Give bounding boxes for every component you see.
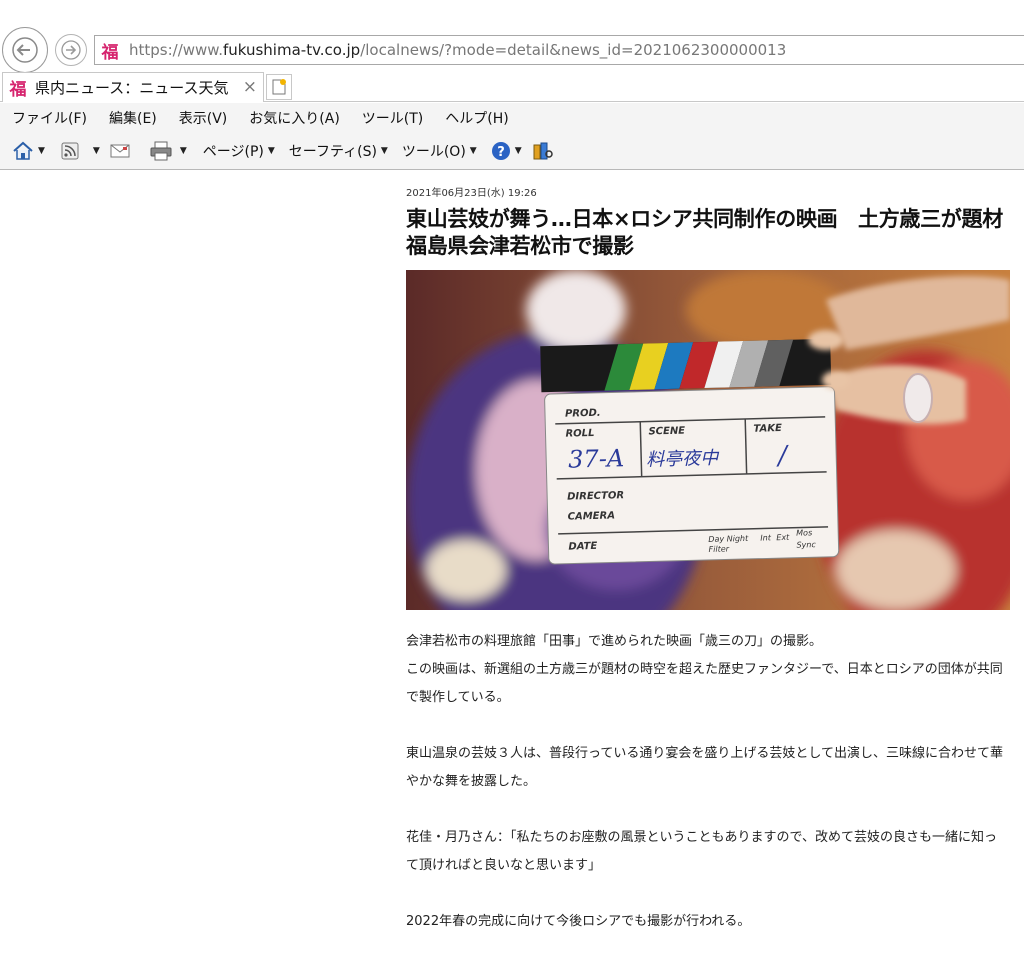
help-button[interactable]: ? ▼	[491, 141, 522, 161]
board-director-label: DIRECTOR	[567, 490, 624, 502]
research-icon	[533, 142, 553, 160]
rss-icon	[61, 142, 79, 160]
article-paragraph: 会津若松市の料理旅館「田事」で進められた映画「歳三の刀」の撮影。	[406, 634, 823, 649]
printer-icon	[150, 141, 172, 161]
tools-menu-label: ツール(O)	[401, 144, 466, 160]
board-scene-label: SCENE	[648, 426, 685, 438]
board-mos-label: Mos	[796, 528, 812, 537]
board-prod-label: PROD.	[565, 408, 601, 420]
url-text[interactable]: https://www.fukushima-tv.co.jp/localnews…	[129, 41, 786, 59]
tab-title: 県内ニュース：ニュース天気｜...	[35, 79, 235, 97]
board-camera-label: CAMERA	[568, 510, 616, 522]
board-roll-label: ROLL	[565, 428, 594, 440]
back-button[interactable]	[2, 27, 48, 73]
chevron-down-icon: ▼	[514, 146, 522, 156]
print-button[interactable]: ▼	[150, 141, 187, 161]
article-headline: 東山芸妓が舞う…日本×ロシア共同制作の映画 土方歳三が題材 福島県会津若松市で撮…	[406, 207, 1024, 258]
board-daynight-label: Day Night	[708, 534, 749, 544]
board-int-label: Int	[760, 533, 772, 542]
board-filter-label: Filter	[708, 544, 729, 554]
tab-active[interactable]: 福 県内ニュース：ニュース天気｜... ×	[2, 72, 264, 102]
menu-view[interactable]: 表示(V)	[179, 108, 228, 128]
menu-bar: ファイル(F) 編集(E) 表示(V) お気に入り(A) ツール(T) ヘルプ(…	[0, 103, 1024, 133]
safety-menu[interactable]: セーフティ(S) ▼	[289, 141, 388, 161]
tools-menu[interactable]: ツール(O) ▼	[402, 141, 477, 161]
menu-help[interactable]: ヘルプ(H)	[445, 108, 508, 128]
article-date: 2021年06月23日(水) 19:26	[406, 188, 537, 199]
article-photo: PROD. ROLL SCENE TAKE 37-A 料亭夜中 / DIRECT…	[406, 270, 1010, 610]
chevron-down-icon: ▼	[179, 146, 187, 156]
clapperboard-scene-image: PROD. ROLL SCENE TAKE 37-A 料亭夜中 / DIRECT…	[406, 270, 1010, 610]
tab-strip: 福 県内ニュース：ニュース天気｜... ×	[0, 72, 1024, 102]
mail-button[interactable]	[110, 144, 130, 158]
article-paragraph: 2022年春の完成に向けて今後ロシアでも撮影が行われる。	[406, 914, 751, 929]
page-menu[interactable]: ページ(P) ▼	[203, 141, 275, 161]
chevron-down-icon: ▼	[38, 146, 45, 156]
chevron-down-icon: ▼	[469, 146, 477, 156]
forward-button[interactable]	[55, 34, 87, 66]
feeds-button[interactable]: ▼	[61, 142, 100, 160]
menu-file[interactable]: ファイル(F)	[12, 108, 87, 128]
arrow-right-icon	[61, 40, 81, 60]
chevron-down-icon: ▼	[380, 146, 388, 156]
home-button[interactable]: ▼	[12, 141, 45, 161]
article-paragraph: 花佳・月乃さん：「私たちのお座敷の風景ということもありますので、改めて芸妓の良さ…	[406, 830, 997, 873]
board-date-label: DATE	[568, 541, 597, 553]
page-menu-label: ページ(P)	[202, 144, 264, 160]
article-paragraph: この映画は、新選組の土方歳三が題材の時空を超えた歴史ファンタジーで、日本とロシア…	[406, 662, 1003, 705]
board-scene-value: 料亭夜中	[646, 448, 721, 471]
safety-menu-label: セーフティ(S)	[288, 144, 377, 160]
research-button[interactable]	[532, 141, 554, 161]
help-icon: ?	[491, 142, 510, 160]
mail-icon	[110, 144, 130, 158]
tab-close-icon[interactable]: ×	[243, 77, 257, 97]
address-bar[interactable]: 福 https://www.fukushima-tv.co.jp/localne…	[94, 35, 1024, 65]
board-ext-label: Ext	[776, 533, 790, 542]
article-body: 会津若松市の料理旅館「田事」で進められた映画「歳三の刀」の撮影。 この映画は、新…	[406, 628, 1006, 936]
chevron-down-icon: ▼	[92, 146, 100, 156]
new-tab-icon	[272, 79, 286, 95]
address-row: 福 https://www.fukushima-tv.co.jp/localne…	[0, 27, 1024, 73]
svg-text:?: ?	[497, 145, 505, 160]
new-tab-button[interactable]	[266, 74, 292, 100]
article-paragraph: 東山温泉の芸妓３人は、普段行っている通り宴会を盛り上げる芸妓として出演し、三味線…	[406, 746, 1003, 789]
board-take-label: TAKE	[753, 423, 782, 435]
site-favicon: 福	[99, 39, 121, 63]
command-bar: ▼ ▼ ▼ ページ(P) ▼ セーフティ(S) ▼ ツール(O) ▼ ? ▼	[0, 133, 1024, 170]
board-sync-label: Sync	[796, 540, 816, 550]
chevron-down-icon: ▼	[267, 146, 275, 156]
board-roll-value: 37-A	[568, 444, 625, 473]
menu-tools[interactable]: ツール(T)	[362, 108, 423, 128]
home-icon	[13, 141, 33, 160]
menu-favorites[interactable]: お気に入り(A)	[249, 108, 340, 128]
menu-edit[interactable]: 編集(E)	[109, 108, 157, 128]
tab-favicon: 福	[7, 76, 29, 100]
arrow-left-icon	[12, 37, 38, 63]
